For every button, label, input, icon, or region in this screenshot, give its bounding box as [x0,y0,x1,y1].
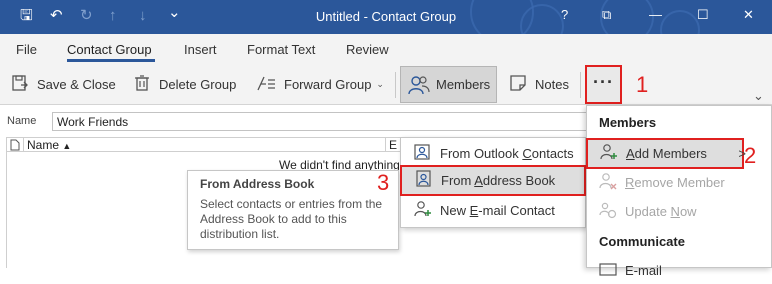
email-icon [599,262,617,279]
ribbon-display-icon[interactable]: ⧉ [602,7,611,23]
more-commands-button[interactable]: ··· [585,65,622,104]
from-address-book-item[interactable]: From Address Book [400,165,586,196]
forward-group-button[interactable]: Forward Group ⌄ [256,70,384,98]
maximize-icon[interactable]: ☐ [697,7,709,23]
new-email-contact-item[interactable]: New E-mail Contact [401,196,585,224]
from-outlook-contacts-item[interactable]: From Outlook Contacts [401,139,585,167]
minimize-icon[interactable]: — [649,7,662,22]
name-column-header[interactable]: Name ▲ [27,138,71,152]
from-outlook-contacts-label: From Outlook Contacts [440,145,574,161]
members-label: Members [436,77,491,92]
address-book-icon [415,170,433,191]
email-column-header[interactable]: E [389,138,397,152]
contact-card-icon [414,143,432,164]
members-button[interactable]: Members [400,66,497,103]
email-item[interactable]: E-mail [587,256,771,284]
update-now-label: Update Now [625,203,697,219]
notes-label: Notes [535,76,569,92]
name-field-label: Name [7,115,37,127]
toolbar-divider [580,72,581,98]
notes-icon [509,74,527,95]
delete-group-button[interactable]: Delete Group [133,70,236,98]
members-section-header: Members [599,115,657,130]
tab-contact-group[interactable]: Contact Group [67,42,152,57]
add-members-label: Add Members [626,146,707,161]
add-members-submenu: From Outlook Contacts From Address Book … [400,137,586,228]
add-contact-icon [414,200,432,221]
save-close-button[interactable]: Save & Close [11,70,116,98]
tooltip: From Address Book Select contacts or ent… [187,170,399,250]
update-now-icon [599,201,617,222]
tab-insert[interactable]: Insert [184,42,217,57]
toolbar-divider [395,72,396,98]
column-divider [385,138,386,151]
add-member-icon [600,143,618,164]
save-close-label: Save & Close [37,76,116,92]
remove-member-icon [599,172,617,193]
tab-file[interactable]: File [16,42,37,57]
notes-button[interactable]: Notes [509,70,569,98]
forward-group-icon [256,74,276,95]
close-icon[interactable]: ✕ [743,7,754,23]
members-icon [408,75,430,98]
forward-group-label: Forward Group [284,76,372,92]
tab-format-text[interactable]: Format Text [247,42,315,57]
more-commands-menu: Members Add Members > Remove Member Upda… [586,105,772,278]
tooltip-body: Select contacts or entries from the Addr… [200,197,383,241]
trash-icon [133,74,151,95]
tab-review[interactable]: Review [346,42,389,57]
sort-ascending-icon: ▲ [62,141,72,151]
remove-member-label: Remove Member [625,174,725,190]
delete-group-label: Delete Group [159,76,237,92]
collapse-ribbon-icon[interactable]: ⌄ [753,88,764,104]
communicate-section-header: Communicate [599,234,685,249]
name-column-label: Name [27,138,60,152]
chevron-down-icon: ⌄ [376,78,384,89]
column-divider [23,138,24,151]
active-tab-indicator [67,59,155,62]
email-label: E-mail [625,262,662,278]
from-address-book-label: From Address Book [441,173,556,188]
update-now-item[interactable]: Update Now [587,197,771,225]
title-bar: 🖫 ↶ ↻ ↑ ↓ ⌄ Untitled - Contact Group ? ⧉… [0,0,772,34]
help-icon[interactable]: ? [561,7,568,22]
annotation-step-1: 1 [636,72,649,97]
add-members-item[interactable]: Add Members > [586,138,746,169]
tooltip-title: From Address Book [200,177,315,191]
annotation-step-3: 3 [377,170,390,195]
save-close-icon [11,74,29,95]
new-email-contact-label: New E-mail Contact [440,202,555,218]
annotation-step-2: 2 [744,143,757,168]
ribbon-toolbar: Save & Close Delete Group Forward Group … [0,64,772,105]
remove-member-item[interactable]: Remove Member [587,168,771,196]
